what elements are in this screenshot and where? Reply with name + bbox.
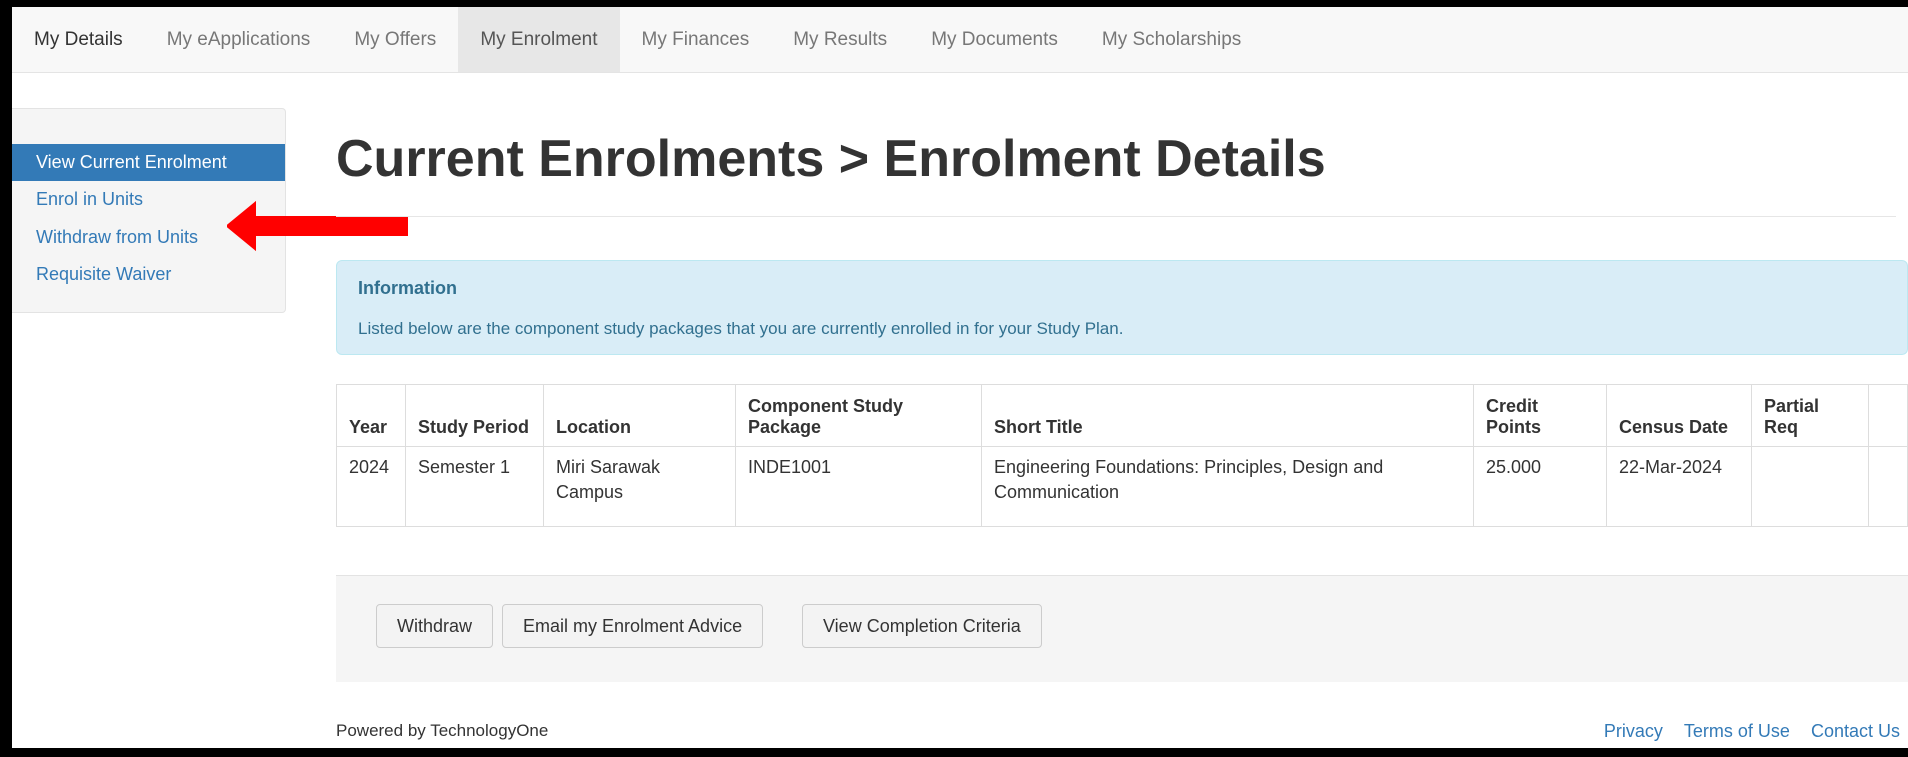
- email-enrolment-advice-button[interactable]: Email my Enrolment Advice: [502, 604, 764, 648]
- cell-partial-req: [1751, 446, 1869, 527]
- sidebar-item-view-current-enrolment[interactable]: View Current Enrolment: [12, 144, 285, 181]
- tab-my-finances[interactable]: My Finances: [620, 7, 772, 72]
- view-completion-criteria-button[interactable]: View Completion Criteria: [802, 604, 1042, 648]
- column-header-study-period: Study Period: [405, 384, 544, 447]
- column-header-empty: [1868, 384, 1908, 447]
- column-header-year: Year: [336, 384, 406, 447]
- tab-my-scholarships[interactable]: My Scholarships: [1080, 7, 1263, 72]
- column-header-census-date: Census Date: [1606, 384, 1752, 447]
- information-alert: Information Listed below are the compone…: [336, 260, 1908, 355]
- tab-my-results[interactable]: My Results: [771, 7, 909, 72]
- table-header-row: Year Study Period Location Component Stu…: [336, 384, 1908, 447]
- tab-my-documents[interactable]: My Documents: [909, 7, 1080, 72]
- powered-by-text: Powered by TechnologyOne: [336, 721, 549, 740]
- browser-viewport: My Details My eApplications My Offers My…: [12, 7, 1908, 748]
- cell-census-date: 22-Mar-2024: [1606, 446, 1752, 527]
- tab-my-enrolment[interactable]: My Enrolment: [458, 7, 620, 72]
- page-title: Current Enrolments > Enrolment Details: [336, 130, 1326, 188]
- contact-us-link[interactable]: Contact Us: [1811, 721, 1900, 741]
- terms-of-use-link[interactable]: Terms of Use: [1684, 721, 1790, 741]
- table-row: 2024 Semester 1 Miri Sarawak Campus INDE…: [336, 446, 1908, 527]
- sidebar-item-requisite-waiver[interactable]: Requisite Waiver: [12, 256, 285, 293]
- cell-component-study-package: INDE1001: [735, 446, 982, 527]
- title-divider: [336, 216, 1896, 217]
- cell-short-title: Engineering Foundations: Principles, Des…: [981, 446, 1474, 527]
- tab-my-eapplications[interactable]: My eApplications: [145, 7, 333, 72]
- top-navigation: My Details My eApplications My Offers My…: [12, 7, 1908, 73]
- cell-year: 2024: [336, 446, 406, 527]
- column-header-component-study-package: Component Study Package: [735, 384, 982, 447]
- footer-links: Privacy Terms of Use Contact Us: [1588, 721, 1900, 742]
- tab-my-offers[interactable]: My Offers: [332, 7, 458, 72]
- cell-location: Miri Sarawak Campus: [543, 446, 736, 527]
- action-panel: Withdraw Email my Enrolment Advice View …: [336, 575, 1908, 682]
- cell-empty: [1868, 446, 1908, 527]
- enrolment-table: Year Study Period Location Component Stu…: [336, 384, 1908, 527]
- privacy-link[interactable]: Privacy: [1604, 721, 1663, 741]
- red-arrow-annotation: [227, 201, 408, 251]
- withdraw-button[interactable]: Withdraw: [376, 604, 494, 648]
- column-header-short-title: Short Title: [981, 384, 1474, 447]
- cell-credit-points: 25.000: [1473, 446, 1607, 527]
- column-header-credit-points: Credit Points: [1473, 384, 1607, 447]
- tab-my-details[interactable]: My Details: [12, 7, 145, 72]
- cell-study-period: Semester 1: [405, 446, 544, 527]
- column-header-location: Location: [543, 384, 736, 447]
- information-title: Information: [358, 278, 457, 298]
- column-header-partial-req: Partial Req: [1751, 384, 1869, 447]
- information-text: Listed below are the component study pac…: [358, 319, 1124, 338]
